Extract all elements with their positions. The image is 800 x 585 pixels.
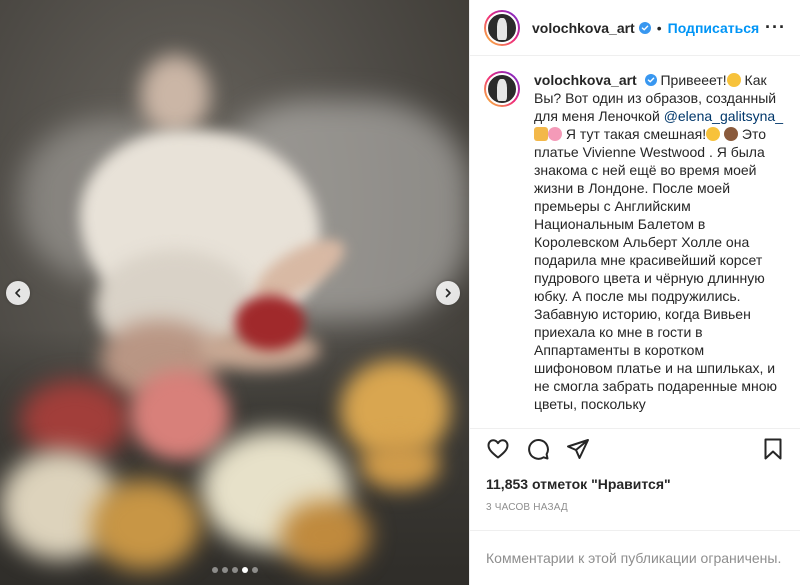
header-separator: • — [656, 19, 662, 36]
mention-link[interactable]: @elena_galitsyna_ — [664, 108, 783, 124]
photo-flowers — [360, 440, 440, 490]
post-timestamp[interactable]: 3 ЧАСОВ НАЗАД — [486, 502, 568, 513]
photo-flowers — [130, 370, 230, 460]
post-image[interactable] — [0, 0, 469, 585]
monkey-emoji-icon — [724, 127, 739, 141]
post-actions — [470, 428, 800, 468]
chevron-right-icon — [445, 288, 451, 298]
caption-text: volochkova_art Привееет! Как Вы? Вот оди… — [534, 71, 785, 428]
heart-icon[interactable] — [486, 437, 510, 461]
carousel-dot — [211, 567, 218, 573]
photo-flowers — [90, 480, 200, 570]
avatar[interactable] — [484, 9, 520, 46]
flower-emoji-icon — [548, 127, 562, 141]
caption-section: volochkova_art Привееет! Как Вы? Вот оди… — [470, 57, 800, 428]
carousel-prev-button[interactable] — [6, 281, 30, 305]
share-icon[interactable] — [566, 437, 590, 461]
caption-part: Это платье Vivienne Westwood . Я была зн… — [534, 126, 777, 412]
smile-emoji-icon — [726, 73, 741, 87]
follow-button[interactable]: Подписаться — [668, 20, 760, 36]
hands-emoji-icon — [534, 127, 548, 141]
caption-part: Привееет! — [656, 72, 727, 88]
photo-figure — [140, 55, 210, 135]
avatar[interactable] — [484, 71, 520, 107]
verified-badge-icon — [644, 74, 657, 86]
likes-count[interactable]: 11,853 отметок "Нравится" — [486, 476, 671, 492]
more-options-button[interactable]: ··· — [765, 17, 786, 38]
post-header: volochkova_art • Подписаться ··· — [470, 0, 800, 56]
caption-username[interactable]: volochkova_art — [534, 72, 637, 88]
verified-badge-icon — [638, 21, 651, 34]
bookmark-icon[interactable] — [761, 437, 785, 461]
carousel-dot — [241, 567, 248, 573]
carousel-dot — [231, 567, 238, 573]
chevron-left-icon — [15, 288, 21, 298]
photo-flowers — [235, 295, 305, 350]
post-side-panel: volochkova_art • Подписаться ··· volochk… — [469, 0, 800, 585]
comment-icon[interactable] — [526, 437, 550, 461]
smile-emoji-icon — [706, 127, 721, 141]
carousel-indicator — [0, 567, 469, 573]
caption-part: Я тут такая смешная! — [562, 126, 707, 142]
photo-flowers — [20, 380, 130, 460]
carousel-dot — [221, 567, 228, 573]
photo-flowers — [280, 500, 370, 570]
header-username[interactable]: volochkova_art — [532, 20, 635, 36]
carousel-next-button[interactable] — [436, 281, 460, 305]
comments-disabled-notice: Комментарии к этой публикации ограничены… — [470, 530, 800, 585]
carousel-dot — [251, 567, 258, 573]
